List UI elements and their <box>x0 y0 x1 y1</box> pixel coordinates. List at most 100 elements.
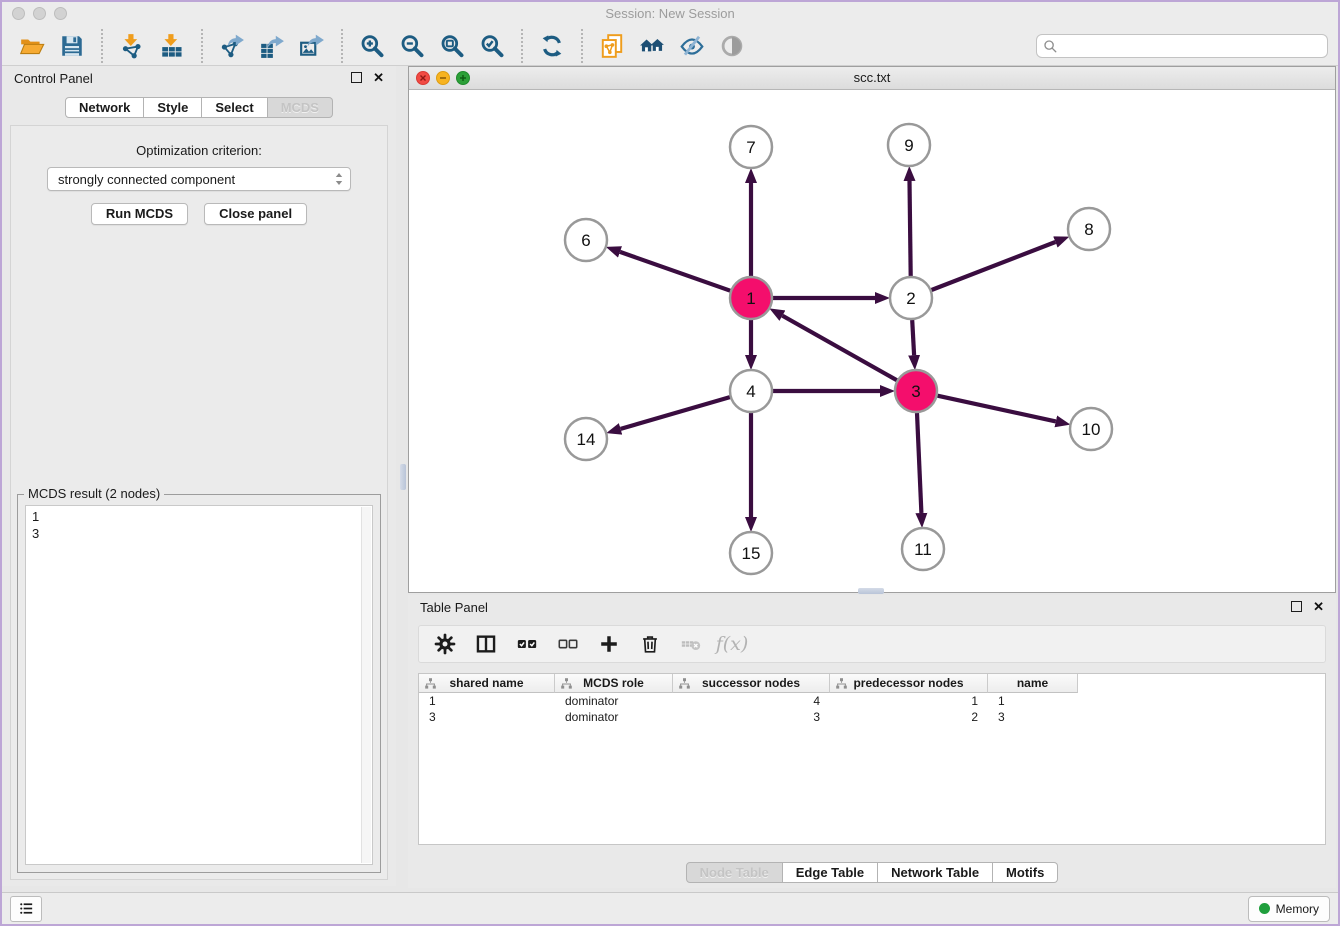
network-close-button[interactable] <box>416 71 430 85</box>
mcds-result-text[interactable]: 1 3 <box>25 505 373 865</box>
export-image-icon[interactable] <box>297 31 327 61</box>
table-row[interactable]: 3dominator323 <box>419 709 1325 725</box>
table-panel-close-icon[interactable]: ✕ <box>1313 601 1324 612</box>
table-cell: dominator <box>555 693 673 709</box>
export-table-icon[interactable] <box>257 31 287 61</box>
horizontal-splitter-handle[interactable] <box>858 588 884 594</box>
column-header-name[interactable]: name <box>988 674 1078 693</box>
control-panel-float-icon[interactable] <box>351 72 362 83</box>
column-header-mcds-role[interactable]: MCDS role <box>555 674 673 693</box>
node-table-body: 1dominator4113dominator323 <box>419 693 1325 725</box>
graph-edge-1-6[interactable] <box>620 252 730 291</box>
svg-text:2: 2 <box>906 289 915 308</box>
graph-edge-3-10[interactable] <box>938 396 1056 422</box>
network-window-title: scc.txt <box>409 67 1335 88</box>
graph-node-2[interactable]: 2 <box>890 277 932 319</box>
table-tab-node-table[interactable]: Node Table <box>686 862 783 883</box>
tab-mcds[interactable]: MCDS <box>268 97 333 118</box>
column-type-icon <box>836 678 847 689</box>
graph-node-10[interactable]: 10 <box>1070 408 1112 450</box>
svg-text:15: 15 <box>742 544 761 563</box>
graph-node-3[interactable]: 3 <box>895 370 937 412</box>
graph-node-1[interactable]: 1 <box>730 277 772 319</box>
svg-text:8: 8 <box>1084 220 1093 239</box>
column-type-icon <box>561 678 572 689</box>
graph-edge-4-14[interactable] <box>621 397 730 429</box>
table-cell: 1 <box>419 693 555 709</box>
table-panel-tabs: Node TableEdge TableNetwork TableMotifs <box>408 862 1336 883</box>
export-network-icon[interactable] <box>217 31 247 61</box>
hide-selected-icon[interactable] <box>677 31 707 61</box>
table-panel-float-icon[interactable] <box>1291 601 1302 612</box>
mcds-result-box: MCDS result (2 nodes) 1 3 <box>17 494 381 873</box>
import-table-icon[interactable] <box>157 31 187 61</box>
zoom-fit-icon[interactable] <box>437 31 467 61</box>
graph-node-4[interactable]: 4 <box>730 370 772 412</box>
tab-network[interactable]: Network <box>65 97 144 118</box>
copy-network-icon[interactable] <box>597 31 627 61</box>
graph-node-9[interactable]: 9 <box>888 124 930 166</box>
tab-style[interactable]: Style <box>144 97 202 118</box>
show-all-networks-icon[interactable] <box>637 31 667 61</box>
delete-table-icon <box>679 632 703 656</box>
network-maximize-button[interactable] <box>456 71 470 85</box>
run-mcds-button[interactable]: Run MCDS <box>91 203 188 225</box>
search-input[interactable] <box>1036 34 1328 58</box>
column-header-label: successor nodes <box>702 676 800 690</box>
svg-text:6: 6 <box>581 231 590 250</box>
tab-select[interactable]: Select <box>202 97 267 118</box>
svg-text:3: 3 <box>911 382 920 401</box>
graph-edge-2-8[interactable] <box>932 242 1056 290</box>
optimization-criterion-select[interactable]: strongly connected component <box>47 167 351 191</box>
zoom-in-icon[interactable] <box>357 31 387 61</box>
control-panel-close-icon[interactable]: ✕ <box>373 72 384 83</box>
memory-status-dot <box>1259 903 1270 914</box>
graph-node-15[interactable]: 15 <box>730 532 772 574</box>
toolbar-separator <box>581 29 583 63</box>
network-view-window: scc.txt 7 9 6 8 1 2 4 3 14 10 15 11 <box>408 66 1336 593</box>
network-minimize-button[interactable] <box>436 71 450 85</box>
table-row[interactable]: 1dominator411 <box>419 693 1325 709</box>
table-settings-icon[interactable] <box>433 632 457 656</box>
graph-edge-3-1[interactable] <box>782 316 896 381</box>
graph-edge-3-11[interactable] <box>917 413 921 513</box>
network-window-titlebar: scc.txt <box>409 67 1335 90</box>
apply-layout-icon[interactable] <box>537 31 567 61</box>
memory-button[interactable]: Memory <box>1248 896 1330 922</box>
save-session-icon[interactable] <box>57 31 87 61</box>
graph-node-6[interactable]: 6 <box>565 219 607 261</box>
svg-text:10: 10 <box>1082 420 1101 439</box>
toggle-column-visibility-icon[interactable] <box>474 632 498 656</box>
control-panel-header: Control Panel ✕ <box>2 66 396 90</box>
toolbar-separator <box>201 29 203 63</box>
close-panel-button[interactable]: Close panel <box>204 203 307 225</box>
select-all-rows-icon[interactable] <box>515 632 539 656</box>
zoom-selected-icon[interactable] <box>477 31 507 61</box>
delete-column-icon[interactable] <box>638 632 662 656</box>
column-header-shared-name[interactable]: shared name <box>419 674 555 693</box>
add-column-icon[interactable] <box>597 632 621 656</box>
graph-node-11[interactable]: 11 <box>902 528 944 570</box>
table-cell: 4 <box>673 693 830 709</box>
vertical-splitter-handle[interactable] <box>400 464 406 490</box>
result-scrollbar[interactable] <box>361 507 371 863</box>
graph-node-7[interactable]: 7 <box>730 126 772 168</box>
table-tab-motifs[interactable]: Motifs <box>993 862 1058 883</box>
table-tab-network-table[interactable]: Network Table <box>878 862 993 883</box>
deselect-all-rows-icon[interactable] <box>556 632 580 656</box>
network-canvas[interactable]: 7 9 6 8 1 2 4 3 14 10 15 11 <box>409 89 1335 592</box>
import-network-icon[interactable] <box>117 31 147 61</box>
svg-text:1: 1 <box>746 289 755 308</box>
toolbar-separator <box>521 29 523 63</box>
task-history-button[interactable] <box>10 896 42 922</box>
column-header-predecessor-nodes[interactable]: predecessor nodes <box>830 674 988 693</box>
graph-node-14[interactable]: 14 <box>565 418 607 460</box>
graph-edge-2-9[interactable] <box>910 181 911 276</box>
open-session-icon[interactable] <box>17 31 47 61</box>
column-header-successor-nodes[interactable]: successor nodes <box>673 674 830 693</box>
search-icon <box>1043 39 1058 54</box>
graph-node-8[interactable]: 8 <box>1068 208 1110 250</box>
graph-edge-2-3[interactable] <box>912 320 914 355</box>
table-tab-edge-table[interactable]: Edge Table <box>783 862 878 883</box>
zoom-out-icon[interactable] <box>397 31 427 61</box>
